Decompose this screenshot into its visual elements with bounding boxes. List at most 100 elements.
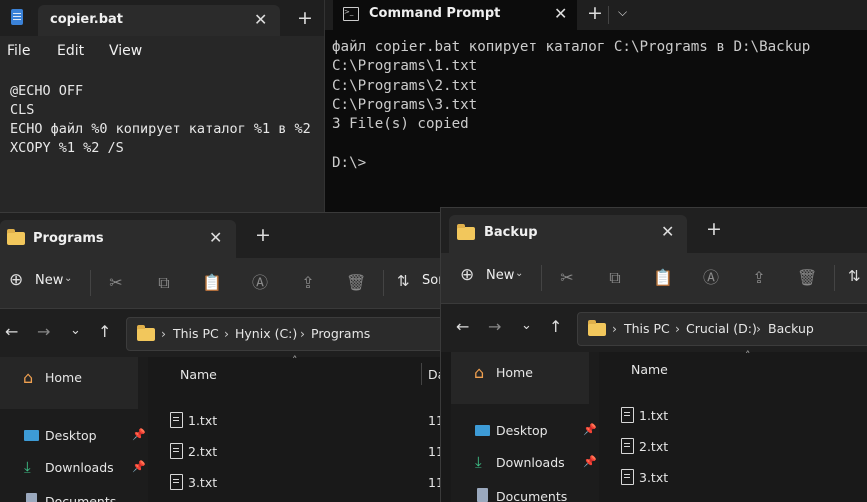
home-icon: ⌂ [474, 363, 485, 382]
cmd-console[interactable]: файл copier.bat копирует каталог C:\Prog… [332, 38, 810, 173]
file-name: 1.txt [639, 408, 669, 423]
chevron-right-icon: › [612, 321, 617, 336]
cmd-tab[interactable]: >_ Command Prompt ✕ [333, 0, 577, 30]
file-date: 11 [428, 475, 440, 490]
sidebar-item-documents: Documents [496, 489, 568, 502]
explorer-tab-title: Programs [33, 231, 104, 246]
cut-icon[interactable]: ✂ [106, 273, 126, 293]
file-date: 11 [428, 444, 440, 459]
sidebar-item-desktop: Desktop [496, 423, 548, 438]
text-file-icon [170, 474, 183, 490]
breadcrumb-item[interactable]: Programs [311, 326, 370, 341]
close-icon[interactable]: ✕ [554, 4, 567, 23]
console-line: файл copier.bat копирует каталог C:\Prog… [332, 39, 811, 55]
breadcrumb-item[interactable]: Crucial (D:) [686, 321, 757, 336]
chevron-down-icon: ⌄ [515, 268, 524, 279]
menu-file[interactable]: File [7, 43, 30, 59]
column-header-date[interactable]: Da [428, 367, 440, 382]
address-bar[interactable]: › This PC › Hynix (C:) › Programs [126, 317, 440, 351]
cmd-tab-title: Command Prompt [369, 6, 501, 21]
menu-view[interactable]: View [109, 43, 142, 59]
downloads-row[interactable]: ⤓ Downloads 📌 [451, 448, 599, 478]
text-file-icon [621, 469, 634, 485]
editor-line: ECHO файл %0 копирует каталог %1 в %2 [10, 121, 311, 137]
sidebar-item-home: Home [45, 370, 82, 385]
breadcrumb-item[interactable]: This PC [624, 321, 670, 336]
breadcrumb-item[interactable]: Hynix (C:) [235, 326, 297, 341]
copy-icon[interactable]: ⧉ [154, 273, 174, 293]
console-line: C:\Programs\3.txt [332, 96, 478, 113]
sidebar-item-downloads: Downloads [45, 460, 114, 475]
breadcrumb-item[interactable]: Backup [768, 321, 814, 336]
new-tab-plus-icon[interactable]: + [587, 2, 603, 24]
delete-icon[interactable]: 🗑 [346, 273, 366, 293]
explorer-tab[interactable]: Backup ✕ [449, 215, 687, 253]
chevron-down-icon[interactable]: ⌵ [618, 5, 627, 20]
chevron-right-icon: › [161, 326, 166, 341]
explorer-tab[interactable]: Programs ✕ [0, 220, 236, 258]
recent-chevron-down-icon[interactable]: ⌄ [521, 318, 532, 333]
new-tab-plus-icon[interactable]: + [297, 7, 313, 29]
file-row[interactable]: 3.txt [599, 464, 867, 494]
column-divider [421, 363, 422, 385]
documents-row[interactable]: Documents [451, 482, 599, 502]
toolbar-separator [90, 270, 91, 296]
sidebar-item-home: Home [496, 365, 533, 380]
new-button[interactable]: New [486, 268, 514, 283]
notepad-editor[interactable]: @ECHO OFF CLS ECHO файл %0 копирует катало… [10, 82, 311, 158]
text-file-icon [621, 407, 634, 423]
new-button[interactable]: New [35, 273, 63, 288]
new-plus-icon: ⊕ [9, 270, 24, 290]
folder-icon [7, 229, 25, 245]
editor-line: @ECHO OFF [10, 83, 84, 99]
close-icon[interactable]: ✕ [661, 222, 674, 241]
breadcrumb-item[interactable]: This PC [173, 326, 219, 341]
back-arrow-icon[interactable]: ← [5, 322, 18, 341]
sort-button[interactable]: Sor [422, 273, 440, 288]
column-header-name[interactable]: Name [631, 362, 668, 377]
file-row[interactable]: 1.txt [599, 402, 867, 432]
console-prompt: D:\> [332, 154, 367, 171]
file-row[interactable]: 2.txt 11 [148, 438, 440, 468]
paste-icon[interactable]: 📋 [202, 273, 222, 293]
up-arrow-icon[interactable]: ↑ [98, 322, 111, 341]
column-header-name[interactable]: Name [180, 367, 217, 382]
folder-icon [457, 224, 475, 240]
file-row[interactable]: 3.txt 11 [148, 469, 440, 499]
copy-icon[interactable]: ⧉ [605, 268, 625, 288]
close-icon[interactable]: ✕ [209, 228, 222, 247]
file-row[interactable]: 2.txt [599, 433, 867, 463]
recent-chevron-down-icon[interactable]: ⌄ [70, 323, 81, 338]
downloads-row[interactable]: ⤓ Downloads 📌 [0, 453, 148, 483]
desktop-row[interactable]: Desktop 📌 [451, 416, 599, 446]
file-name: 2.txt [188, 444, 218, 459]
home-row[interactable]: ⌂ Home [0, 357, 138, 409]
close-icon[interactable]: ✕ [254, 10, 267, 29]
home-row[interactable]: ⌂ Home [451, 352, 589, 404]
editor-line: CLS [10, 102, 35, 118]
new-tab-plus-icon[interactable]: + [706, 218, 722, 240]
forward-arrow-icon[interactable]: → [488, 317, 501, 336]
paste-icon[interactable]: 📋 [653, 268, 673, 288]
rename-icon[interactable]: Ⓐ [250, 273, 270, 293]
menu-edit[interactable]: Edit [57, 43, 84, 59]
cut-icon[interactable]: ✂ [557, 268, 577, 288]
explorer-titlebar: Backup ✕ + [441, 208, 867, 253]
new-tab-plus-icon[interactable]: + [255, 224, 271, 246]
file-date: 11 [428, 413, 440, 428]
sort-icon[interactable]: ⇅ [848, 267, 861, 285]
delete-icon[interactable]: 🗑 [797, 268, 817, 288]
desktop-row[interactable]: Desktop 📌 [0, 421, 148, 451]
tab-divider [608, 6, 609, 24]
rename-icon[interactable]: Ⓐ [701, 268, 721, 288]
file-row[interactable]: 1.txt 11 [148, 407, 440, 437]
address-bar[interactable]: › This PC › Crucial (D:) › Backup [577, 312, 867, 346]
notepad-tab[interactable]: copier.bat ✕ [38, 5, 280, 36]
up-arrow-icon[interactable]: ↑ [549, 317, 562, 336]
share-icon[interactable]: ⇪ [298, 273, 318, 293]
share-icon[interactable]: ⇪ [749, 268, 769, 288]
documents-row[interactable]: Documents [0, 487, 148, 502]
forward-arrow-icon[interactable]: → [37, 322, 50, 341]
notepad-window: copier.bat ✕ + File Edit View @ECHO OFF C… [0, 0, 324, 212]
back-arrow-icon[interactable]: ← [456, 317, 469, 336]
